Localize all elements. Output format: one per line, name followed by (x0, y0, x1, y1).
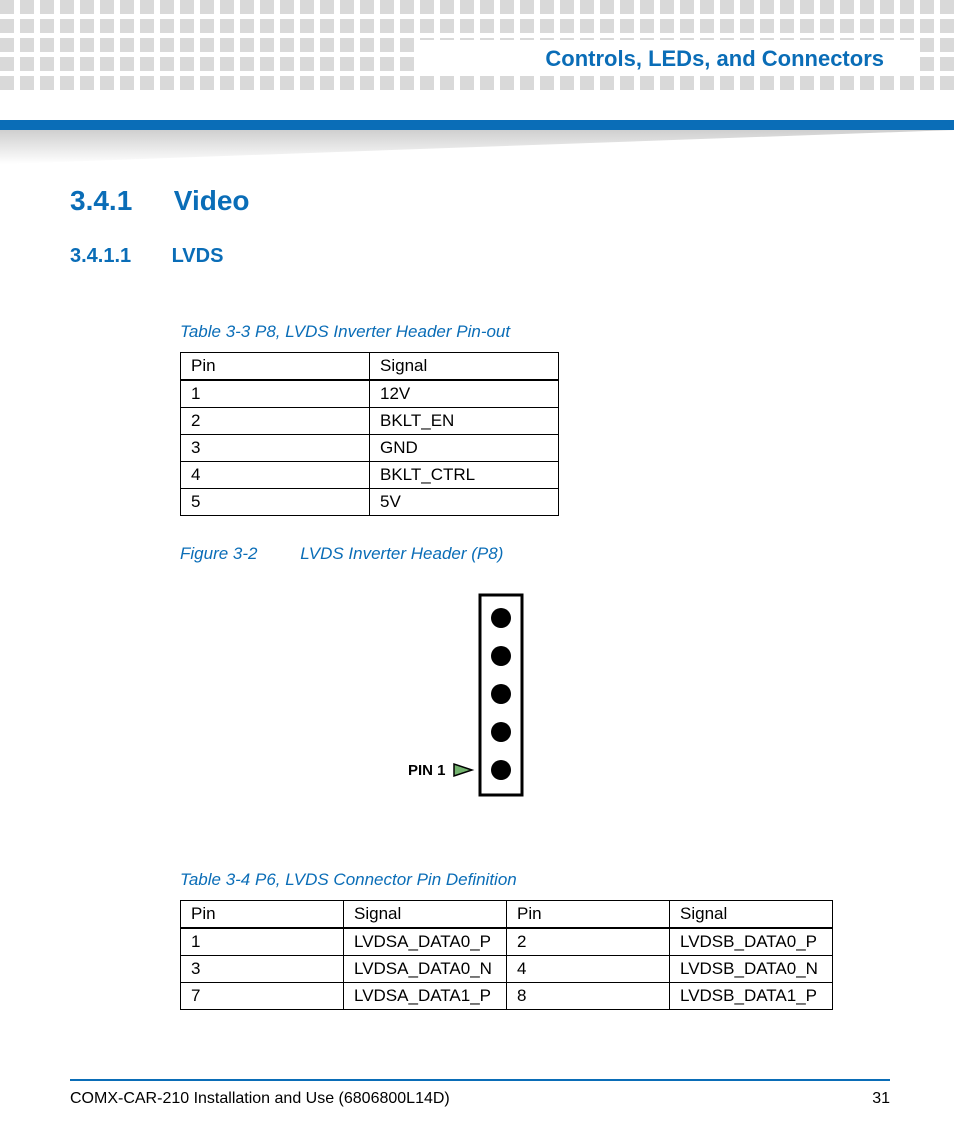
cell-signal: BKLT_CTRL (370, 462, 559, 489)
footer-rule (70, 1079, 890, 1081)
page-number: 31 (872, 1090, 890, 1108)
cell-pin: 5 (181, 489, 370, 516)
header-rule-blue (0, 120, 954, 130)
table-row: 112V (181, 380, 559, 408)
col-pin: Pin (507, 901, 670, 929)
table-row: 1 LVDSA_DATA0_P 2 LVDSB_DATA0_P (181, 928, 833, 956)
figure-title: LVDS Inverter Header (P8) (300, 544, 503, 563)
cell-pin: 7 (181, 983, 344, 1010)
cell-signal: 12V (370, 380, 559, 408)
heading-text: LVDS (172, 245, 224, 267)
figure-3-2: PIN 1 (350, 590, 650, 810)
cell-pin: 3 (181, 435, 370, 462)
cell-signal: LVDSA_DATA0_N (344, 956, 507, 983)
cell-signal: LVDSB_DATA1_P (670, 983, 833, 1010)
table-3-3-caption: Table 3-3 P8, LVDS Inverter Header Pin-o… (180, 322, 890, 342)
cell-signal: LVDSA_DATA0_P (344, 928, 507, 956)
cell-pin: 4 (507, 956, 670, 983)
cell-pin: 2 (181, 408, 370, 435)
col-signal: Signal (344, 901, 507, 929)
table-row: 3GND (181, 435, 559, 462)
cell-signal: LVDSB_DATA0_P (670, 928, 833, 956)
table-row: 3 LVDSA_DATA0_N 4 LVDSB_DATA0_N (181, 956, 833, 983)
content: 3.4.1 Video 3.4.1.1 LVDS Table 3-3 P8, L… (70, 185, 890, 1010)
cell-pin: 8 (507, 983, 670, 1010)
col-pin: Pin (181, 353, 370, 381)
footer-text: COMX-CAR-210 Installation and Use (68068… (70, 1090, 450, 1107)
cell-signal: LVDSB_DATA0_N (670, 956, 833, 983)
cell-signal: BKLT_EN (370, 408, 559, 435)
cell-pin: 2 (507, 928, 670, 956)
col-pin: Pin (181, 901, 344, 929)
table-row: 2BKLT_EN (181, 408, 559, 435)
header-wedge (0, 130, 954, 164)
pin1-label: PIN 1 (408, 762, 446, 779)
cell-signal: 5V (370, 489, 559, 516)
figure-number: Figure 3-2 (180, 544, 257, 564)
table-row: 4BKLT_CTRL (181, 462, 559, 489)
page-header-title: Controls, LEDs, and Connectors (0, 46, 884, 72)
heading-number: 3.4.1.1 (70, 245, 166, 268)
header-dots (0, 0, 954, 90)
col-signal: Signal (670, 901, 833, 929)
heading-text: Video (174, 185, 250, 216)
col-signal: Signal (370, 353, 559, 381)
cell-signal: GND (370, 435, 559, 462)
table-header-row: Pin Signal Pin Signal (181, 901, 833, 929)
page: Controls, LEDs, and Connectors 3.4.1 Vid… (0, 0, 954, 1145)
cell-pin: 1 (181, 380, 370, 408)
cell-signal: LVDSA_DATA1_P (344, 983, 507, 1010)
cell-pin: 4 (181, 462, 370, 489)
table-3-4-caption: Table 3-4 P6, LVDS Connector Pin Definit… (180, 870, 890, 890)
figure-3-2-caption: Figure 3-2 LVDS Inverter Header (P8) (180, 544, 890, 564)
table-row: 7 LVDSA_DATA1_P 8 LVDSB_DATA1_P (181, 983, 833, 1010)
heading-3-4-1-1: 3.4.1.1 LVDS (70, 245, 890, 268)
lvds-header-icon: PIN 1 (350, 590, 570, 800)
heading-3-4-1: 3.4.1 Video (70, 185, 890, 217)
heading-number: 3.4.1 (70, 185, 166, 217)
cell-pin: 1 (181, 928, 344, 956)
table-header-row: Pin Signal (181, 353, 559, 381)
footer: COMX-CAR-210 Installation and Use (68068… (70, 1090, 890, 1108)
table-3-3: Pin Signal 112V 2BKLT_EN 3GND 4BKLT_CTRL… (180, 352, 559, 516)
table-row: 55V (181, 489, 559, 516)
cell-pin: 3 (181, 956, 344, 983)
table-3-4: Pin Signal Pin Signal 1 LVDSA_DATA0_P 2 … (180, 900, 833, 1010)
